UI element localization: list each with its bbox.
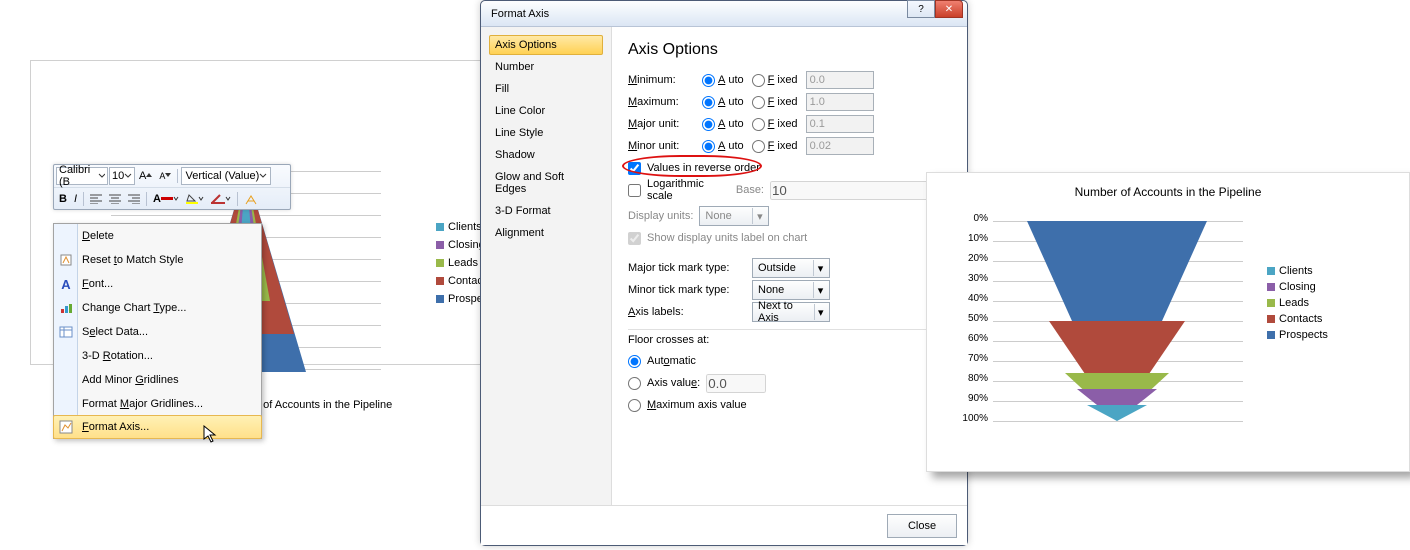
font-name-combo[interactable]: Calibri (B — [56, 167, 108, 185]
dialog-tab[interactable]: Number — [489, 57, 603, 77]
dialog-tab[interactable]: 3-D Format — [489, 201, 603, 221]
dialog-tab[interactable]: Fill — [489, 79, 603, 99]
floor-automatic-radio[interactable] — [628, 355, 641, 368]
tick-label: 70% — [953, 353, 988, 373]
axis-labels-select[interactable]: Next to Axis▾ — [752, 302, 830, 322]
tick-label: 0% — [953, 213, 988, 233]
format-axis-dialog: Format Axis ? ✕ Axis OptionsNumberFillLi… — [480, 0, 968, 546]
bound-value-input — [806, 137, 874, 155]
fixed-radio[interactable]: Fixed — [752, 74, 798, 87]
dialog-tab[interactable]: Line Style — [489, 123, 603, 143]
tick-label: 90% — [953, 393, 988, 413]
legend-item: Contacts — [1267, 313, 1328, 325]
ctx-item[interactable]: Select Data... — [54, 320, 261, 344]
ctx-item[interactable]: Add Minor Gridlines — [54, 368, 261, 392]
auto-radio[interactable]: Auto — [702, 74, 744, 87]
mini-toolbar: Calibri (B 10 A A Vertical (Value) B I A — [53, 164, 291, 210]
reverse-order-row: Values in reverse order — [628, 157, 951, 179]
reversed-y-axis: 0%10%20%30%40%50%60%70%80%90%100% — [953, 213, 988, 433]
reversed-chart-title: Number of Accounts in the Pipeline — [927, 185, 1409, 199]
ctx-item[interactable]: Reset to Match Style — [54, 248, 261, 272]
bound-value-input — [806, 71, 874, 89]
tick-label: 30% — [953, 273, 988, 293]
log-scale-checkbox[interactable] — [628, 184, 641, 197]
fill-color-icon[interactable] — [183, 190, 207, 208]
bold-icon[interactable]: B — [56, 190, 70, 208]
reversed-pyramid — [1027, 221, 1207, 421]
fixed-radio[interactable]: Fixed — [752, 140, 798, 153]
tick-label: 50% — [953, 313, 988, 333]
tick-label: 80% — [953, 373, 988, 393]
italic-icon[interactable]: I — [71, 190, 80, 208]
context-menu: DeleteReset to Match StyleAFont...Change… — [53, 223, 262, 439]
align-right-icon[interactable] — [125, 190, 143, 208]
floor-max-radio[interactable] — [628, 399, 641, 412]
dialog-tab[interactable]: Axis Options — [489, 35, 603, 55]
minor-tick-select[interactable]: None▾ — [752, 280, 830, 300]
floor-crosses-label: Floor crosses at: — [628, 334, 951, 346]
reverse-order-checkbox[interactable] — [628, 162, 641, 175]
floor-axis-value-input — [706, 374, 766, 393]
font-color-icon[interactable]: A — [150, 190, 182, 208]
fixed-radio[interactable]: Fixed — [752, 118, 798, 131]
tick-label: 10% — [953, 233, 988, 253]
auto-radio[interactable]: Auto — [702, 118, 744, 131]
dialog-title: Format Axis — [491, 8, 549, 20]
dialog-content: Axis Options Minimum: Auto Fixed Maximum… — [611, 27, 967, 505]
close-dialog-button[interactable]: Close — [887, 514, 957, 538]
auto-radio[interactable]: Auto — [702, 96, 744, 109]
dialog-tab[interactable]: Line Color — [489, 101, 603, 121]
legend-item: Prospects — [1267, 329, 1328, 341]
chart-element-combo[interactable]: Vertical (Value) — [181, 167, 271, 185]
align-left-icon[interactable] — [87, 190, 105, 208]
ctx-item[interactable]: AFont... — [54, 272, 261, 296]
help-button[interactable]: ? — [907, 0, 935, 18]
legend-item: Clients — [1267, 265, 1328, 277]
bound-value-input — [806, 93, 874, 111]
floor-axis-value-radio[interactable] — [628, 377, 641, 390]
dialog-tab[interactable]: Glow and Soft Edges — [489, 167, 603, 199]
dialog-tab[interactable]: Shadow — [489, 145, 603, 165]
content-heading: Axis Options — [628, 41, 951, 59]
shrink-font-icon[interactable]: A — [156, 167, 174, 185]
display-units-select: None▾ — [699, 206, 769, 226]
dialog-tab[interactable]: Alignment — [489, 223, 603, 243]
align-center-icon[interactable] — [106, 190, 124, 208]
ctx-item[interactable]: Format Major Gridlines... — [54, 392, 261, 416]
chart-panel-reversed: Number of Accounts in the Pipeline 0%10%… — [926, 172, 1410, 472]
tick-label: 20% — [953, 253, 988, 273]
legend-item: Closing — [1267, 281, 1328, 293]
ctx-item[interactable]: Format Axis... — [53, 415, 262, 439]
auto-radio[interactable]: Auto — [702, 140, 744, 153]
cursor-icon — [203, 425, 221, 445]
log-base-input — [770, 181, 951, 200]
legend-item: Leads — [1267, 297, 1328, 309]
outline-color-icon[interactable] — [208, 190, 234, 208]
ctx-item[interactable]: Change Chart Type... — [54, 296, 261, 320]
font-size-combo[interactable]: 10 — [109, 167, 135, 185]
ctx-item[interactable]: 3-D Rotation... — [54, 344, 261, 368]
dialog-titlebar: Format Axis ? ✕ — [481, 1, 967, 27]
ctx-item[interactable]: Delete — [54, 224, 261, 248]
dialog-left-nav: Axis OptionsNumberFillLine ColorLine Sty… — [481, 27, 611, 505]
tick-label: 40% — [953, 293, 988, 313]
major-tick-select[interactable]: Outside▾ — [752, 258, 830, 278]
fixed-radio[interactable]: Fixed — [752, 96, 798, 109]
bound-value-input — [806, 115, 874, 133]
format-selection-icon[interactable] — [241, 190, 261, 208]
tick-label: 100% — [953, 413, 988, 433]
show-units-label-checkbox — [628, 232, 641, 245]
reversed-legend: Clients Closing Leads Contacts Prospects — [1267, 265, 1328, 345]
tick-label: 60% — [953, 333, 988, 353]
close-button[interactable]: ✕ — [935, 0, 963, 18]
grow-font-icon[interactable]: A — [136, 167, 155, 185]
